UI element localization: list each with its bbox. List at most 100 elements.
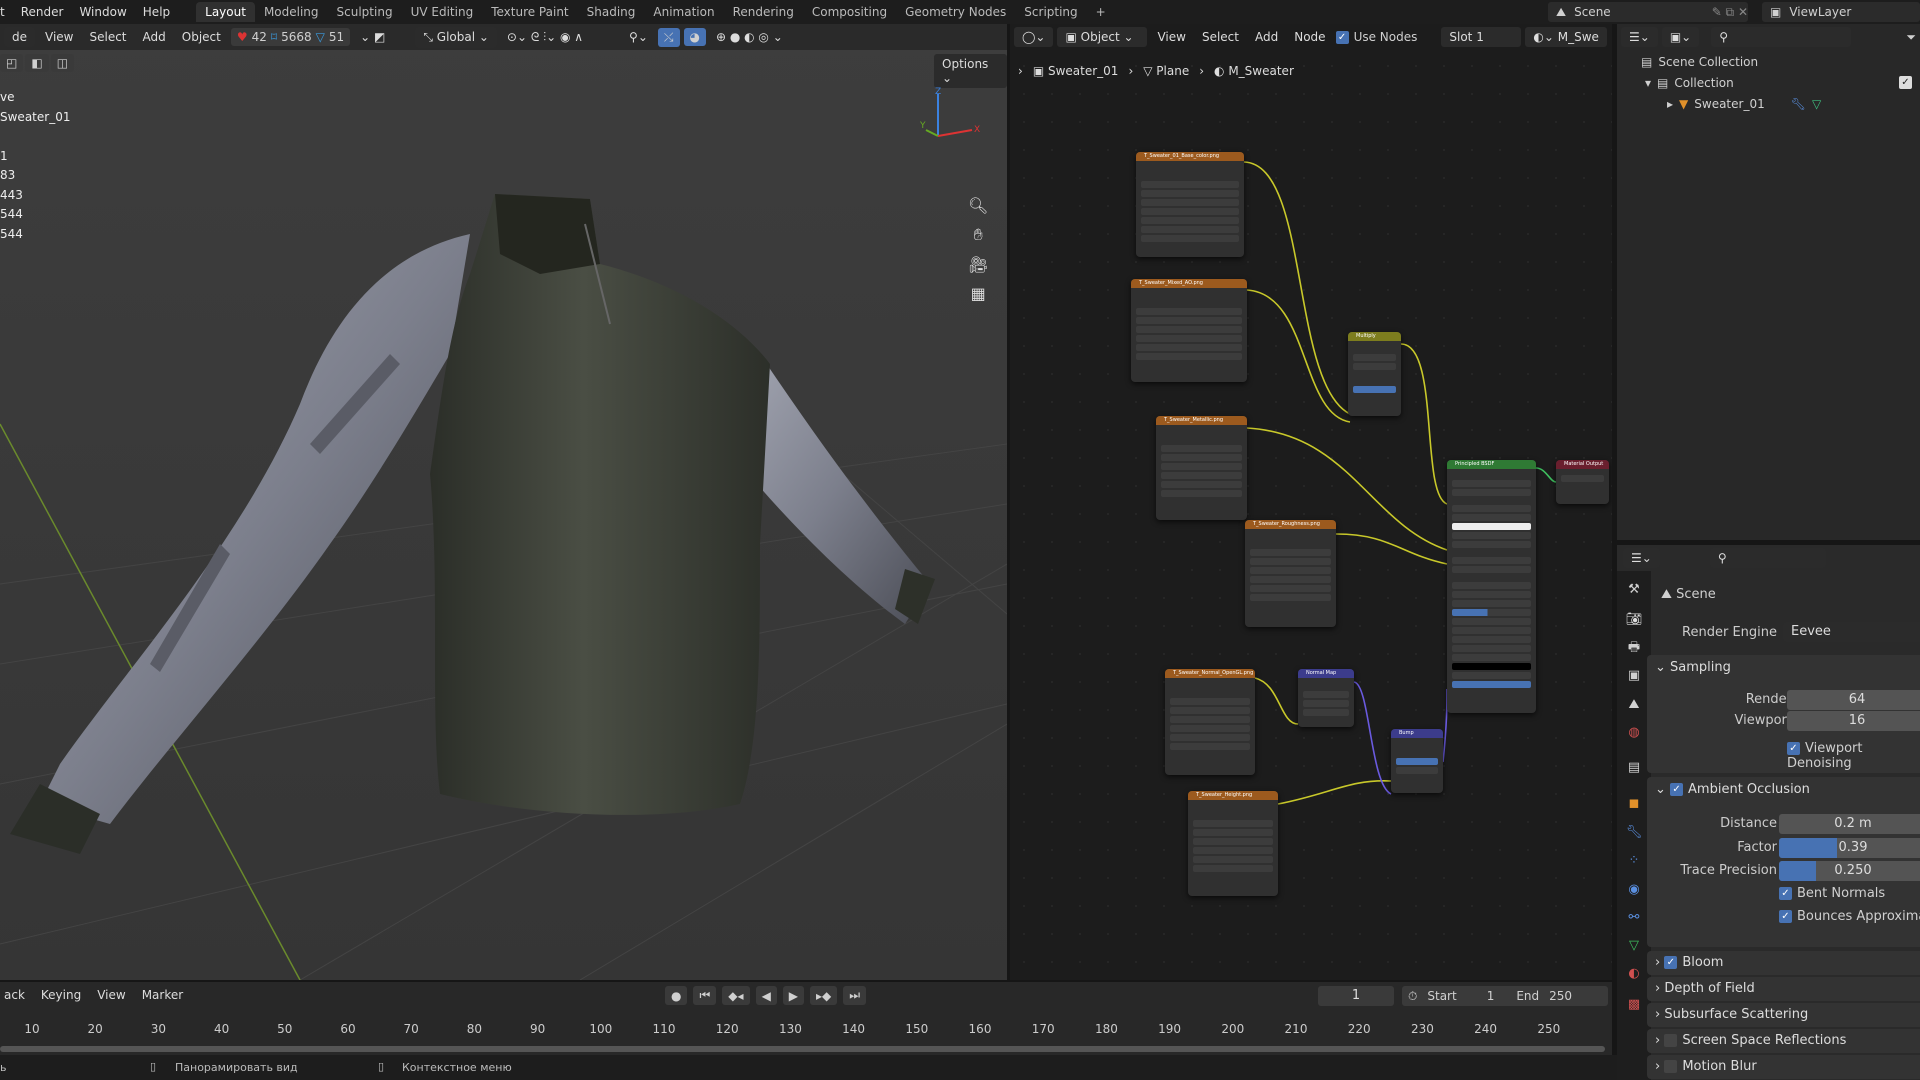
timeline[interactable]: ack Keying View Marker ● ⏮ ◆◂ ◀ ▶ ▸◆ ⏭ 1… [0,982,1612,1055]
pan-hand-icon[interactable]: ✋︎ [968,225,988,245]
collection-visibility-checkbox[interactable]: ✓ [1899,76,1912,89]
bounces-approximation-checkbox[interactable]: ✓Bounces Approximation [1779,909,1920,924]
menu-select[interactable]: Select [83,27,132,47]
outliner: ☰⌄ ▣⌄ ⚲ ⏷ ▤ Scene Collection ▾ ▤ Collection… [1617,24,1920,540]
node-material-output[interactable]: Material Output [1556,460,1609,504]
camera-icon[interactable]: 🎥︎ [968,255,988,274]
bloom-panel[interactable]: › ✓ Bloom [1647,951,1920,975]
zoom-icon[interactable]: 🔍︎ [968,196,988,215]
node-principled-bsdf[interactable]: Principled BSDF [1447,460,1536,713]
options-dropdown[interactable]: Options ⌄ [934,54,1007,88]
tab-texture-paint[interactable]: Texture Paint [482,2,577,22]
depth-of-field-panel[interactable]: › Depth of Field [1647,977,1920,1001]
distance-field[interactable]: 0.2 m [1779,814,1920,834]
snap-icon[interactable]: ⌄ ◩ [354,27,391,47]
add-workspace-button[interactable]: + [1087,2,1115,22]
tab-shading[interactable]: Shading [578,2,645,22]
render-samples-field[interactable]: 64 [1787,690,1920,710]
collection-tab-icon[interactable]: ▤ [1625,759,1643,777]
sampling-header[interactable]: ⌄ Sampling [1655,660,1731,675]
node-base-color-texture[interactable]: T_Sweater_01_Base_color.png [1136,152,1244,257]
constraints-tab-icon[interactable]: ⚯ [1625,909,1643,927]
3d-viewport[interactable]: de View Select Add Object ♥ 42 ⌑ 5668 ▽ 51 … [0,24,1007,980]
menu-add[interactable]: Add [137,27,172,47]
tab-modeling[interactable]: Modeling [255,2,328,22]
modifier-tab-icon[interactable]: 🔧︎ [1625,824,1643,842]
select-mode-buttons[interactable]: ◰ ◧ ◫ [0,54,75,72]
bent-normals-checkbox[interactable]: ✓ Bent Normals [1779,886,1885,901]
shading-modes[interactable]: ⊕ ● ◐ ◎ ⌄ [710,27,789,47]
output-tab-icon[interactable]: 🖶 [1625,639,1643,657]
subsurface-scattering-panel[interactable]: › Subsurface Scattering [1647,1003,1920,1027]
axis-gizmo[interactable]: Z X Y [910,86,990,166]
menu-window[interactable]: Window [71,5,134,19]
render-tab-icon[interactable]: 📷︎ [1625,611,1643,629]
render-engine-dropdown[interactable]: Eevee [1783,622,1920,642]
texture-tab-icon[interactable]: ▩ [1625,996,1643,1014]
timeline-scrollbar[interactable] [0,1046,1605,1052]
tab-animation[interactable]: Animation [644,2,723,22]
tool-tab-icon[interactable]: ⚒ [1625,581,1643,599]
outliner-editor-type[interactable]: ☰⌄ [1621,27,1658,47]
tab-uv-editing[interactable]: UV Editing [402,2,483,22]
data-tab-icon[interactable]: ▽ [1625,937,1643,955]
visibility-icon[interactable]: ⚲⌄ [623,27,654,47]
viewport-samples-field[interactable]: 16 [1787,711,1920,731]
scene-tab-icon[interactable]: ⛰ [1625,696,1643,714]
node-mixed-ao-texture[interactable]: T_Sweater_Mixed_AO.png [1131,279,1247,382]
distance-label: Distance [1720,816,1777,831]
node-roughness-texture[interactable]: T_Sweater_Roughness.png [1245,520,1336,627]
outliner-collection[interactable]: ▾ ▤ Collection ✓ [1645,76,1917,90]
grid-icon[interactable]: ▦ [968,284,988,303]
menu-object[interactable]: Object [176,27,227,47]
node-height-texture[interactable]: T_Sweater_Height.png [1188,791,1278,896]
outliner-scene-collection[interactable]: ▤ Scene Collection [1641,55,1758,69]
outliner-object-sweater[interactable]: ▸ ▼ Sweater_01 🔧︎ ▽ [1667,97,1821,111]
world-tab-icon[interactable]: ◍ [1625,724,1643,742]
menu-render[interactable]: Render [13,5,72,19]
tab-layout[interactable]: Layout [196,2,255,22]
tab-scripting[interactable]: Scripting [1015,2,1086,22]
filter-icon[interactable]: ⏷ [1906,30,1916,45]
factor-slider[interactable]: 0.39 [1779,838,1920,858]
viewport-denoising-checkbox[interactable]: ✓ Viewport Denoising [1787,741,1920,771]
node-metallic-texture[interactable]: T_Sweater_Metallic.png [1156,416,1247,520]
node-bump[interactable]: Bump [1391,729,1443,793]
material-tab-icon[interactable]: ◐ [1625,965,1643,983]
screen-space-reflections-panel[interactable]: › Screen Space Reflections [1647,1029,1920,1053]
properties-editor-type[interactable]: ☰⌄ [1623,548,1660,568]
shader-node-editor[interactable]: ◯⌄ ▣ Object ⌄ View Select Add Node ✓ Use … [1010,24,1612,980]
frame-ruler[interactable]: 10 20 30 40 50 60 70 80 90 100 110 120 130 140 150 160 1… [0,982,1612,1042]
view-layer-selector[interactable]: ▣ ViewLayer [1762,2,1920,22]
object-tab-icon[interactable]: ◼ [1625,795,1643,813]
display-mode-dropdown[interactable]: ▣⌄ [1661,27,1700,47]
tab-sculpting[interactable]: Sculpting [328,2,402,22]
outliner-search-input[interactable]: ⚲ [1711,27,1852,47]
physics-tab-icon[interactable]: ◉ [1625,881,1643,899]
tab-compositing[interactable]: Compositing [803,2,896,22]
tab-geometry-nodes[interactable]: Geometry Nodes [896,2,1015,22]
motion-blur-panel[interactable]: › Motion Blur [1647,1055,1920,1079]
ambient-occlusion-header[interactable]: ⌄ ✓ Ambient Occlusion [1655,782,1810,797]
pivot-icon[interactable]: ⊙⌄ ᘓ ⫶⌄ ◉ ∧ [501,27,589,48]
view-layer-tab-icon[interactable]: ▣ [1625,667,1643,685]
tab-rendering[interactable]: Rendering [724,2,803,22]
menu-view[interactable]: View [39,27,79,47]
trace-precision-slider[interactable]: 0.250 [1779,861,1920,881]
stats-chip[interactable]: ♥ 42 ⌑ 5668 ▽ 51 [230,28,351,46]
orientation-selector[interactable]: ⤡ Global ⌄ [415,26,497,48]
scene-selector[interactable]: ⛰ Scene ✎ ⧉ ✕ [1548,2,1748,22]
mesh-data-icon[interactable]: ▽ [1812,97,1821,111]
menu-help[interactable]: Help [135,5,178,19]
node-normal-texture[interactable]: T_Sweater_Normal_OpenGL.png [1165,669,1255,775]
node-normal-map[interactable]: Normal Map [1298,669,1354,727]
pin-icon[interactable]: ✎ ⧉ ✕ [1712,5,1748,20]
properties-search-input[interactable]: ⚲ [1709,548,1826,568]
node-multiply[interactable]: Multiply [1348,332,1401,416]
overlay-toggle[interactable]: ◕ [683,28,706,46]
modifier-wrench-icon[interactable]: 🔧︎ [1791,97,1806,111]
gizmo-toggle[interactable]: ⤯ [657,27,680,47]
scene-collection-label: Scene Collection [1658,55,1759,69]
mode-selector[interactable]: de [4,27,35,47]
menu-file[interactable]: t [0,5,13,19]
